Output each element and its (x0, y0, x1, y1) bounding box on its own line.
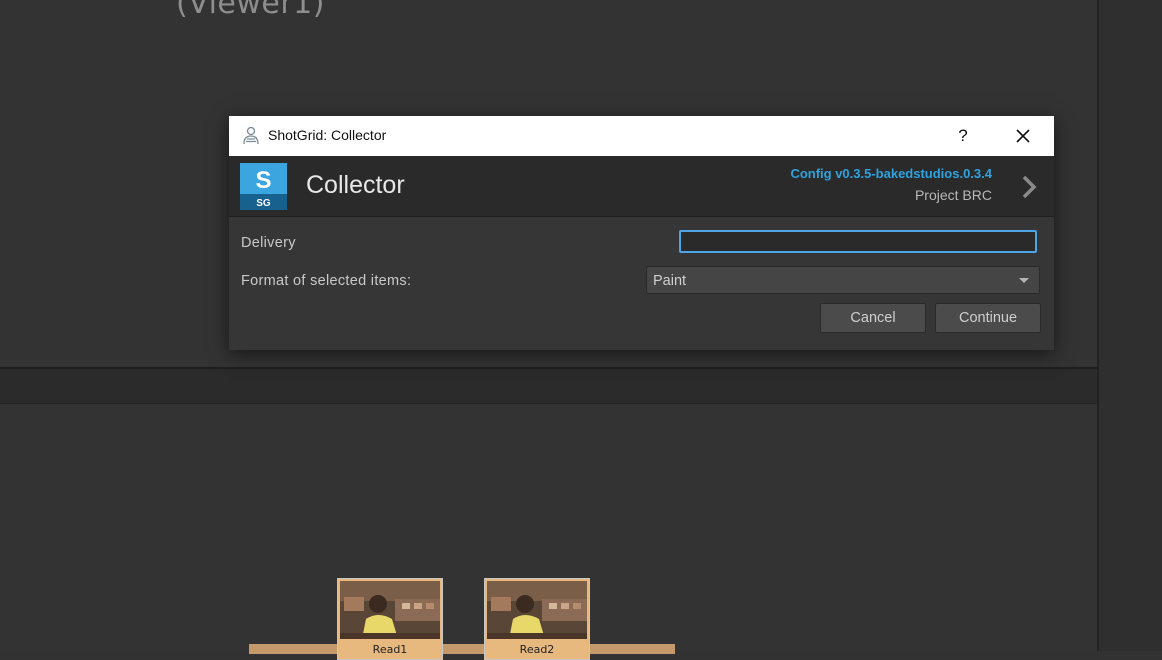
delivery-label: Delivery (241, 235, 296, 251)
node-thumbnail (487, 581, 587, 639)
close-icon (1016, 129, 1030, 143)
logo-subtext: SG (256, 198, 271, 209)
close-button[interactable] (1009, 122, 1037, 150)
properties-panel[interactable] (1097, 0, 1162, 651)
dialog-header: S SG Collector Config v0.3.5-bakedstudio… (229, 156, 1054, 217)
chevron-down-icon (1019, 278, 1029, 283)
viewer-title: (Viewer1) (176, 0, 325, 21)
config-version-link[interactable]: Config v0.3.5-bakedstudios.0.3.4 (790, 166, 992, 181)
format-select[interactable]: Paint (646, 266, 1040, 294)
project-label: Project BRC (914, 187, 992, 203)
format-label: Format of selected items: (241, 273, 412, 289)
collector-dialog: ShotGrid: Collector ? S SG Collector Con… (229, 116, 1054, 350)
cancel-button[interactable]: Cancel (820, 303, 926, 333)
dialog-body: Delivery Format of selected items: Paint… (229, 217, 1054, 350)
logo-letter: S (255, 167, 271, 194)
dialog-title: ShotGrid: Collector (268, 127, 387, 143)
format-selected-value: Paint (653, 273, 687, 289)
node-label: Read1 (372, 643, 408, 656)
backdrop-node[interactable] (249, 644, 675, 654)
node-thumbnail (340, 581, 440, 639)
delivery-input[interactable] (679, 230, 1037, 253)
help-button[interactable]: ? (951, 122, 975, 150)
dialog-titlebar[interactable]: ShotGrid: Collector ? (229, 116, 1054, 156)
read-node[interactable]: Read1 (337, 578, 443, 660)
read-node[interactable]: Read2 (484, 578, 590, 660)
app-name: Collector (306, 171, 405, 199)
chevron-right-icon[interactable] (1020, 174, 1038, 200)
node-label: Read2 (519, 643, 555, 656)
shotgrid-app-icon (241, 126, 261, 146)
continue-button[interactable]: Continue (935, 303, 1041, 333)
node-graph-tab-bar[interactable] (0, 369, 1097, 404)
shotgrid-logo: S SG (236, 159, 291, 214)
